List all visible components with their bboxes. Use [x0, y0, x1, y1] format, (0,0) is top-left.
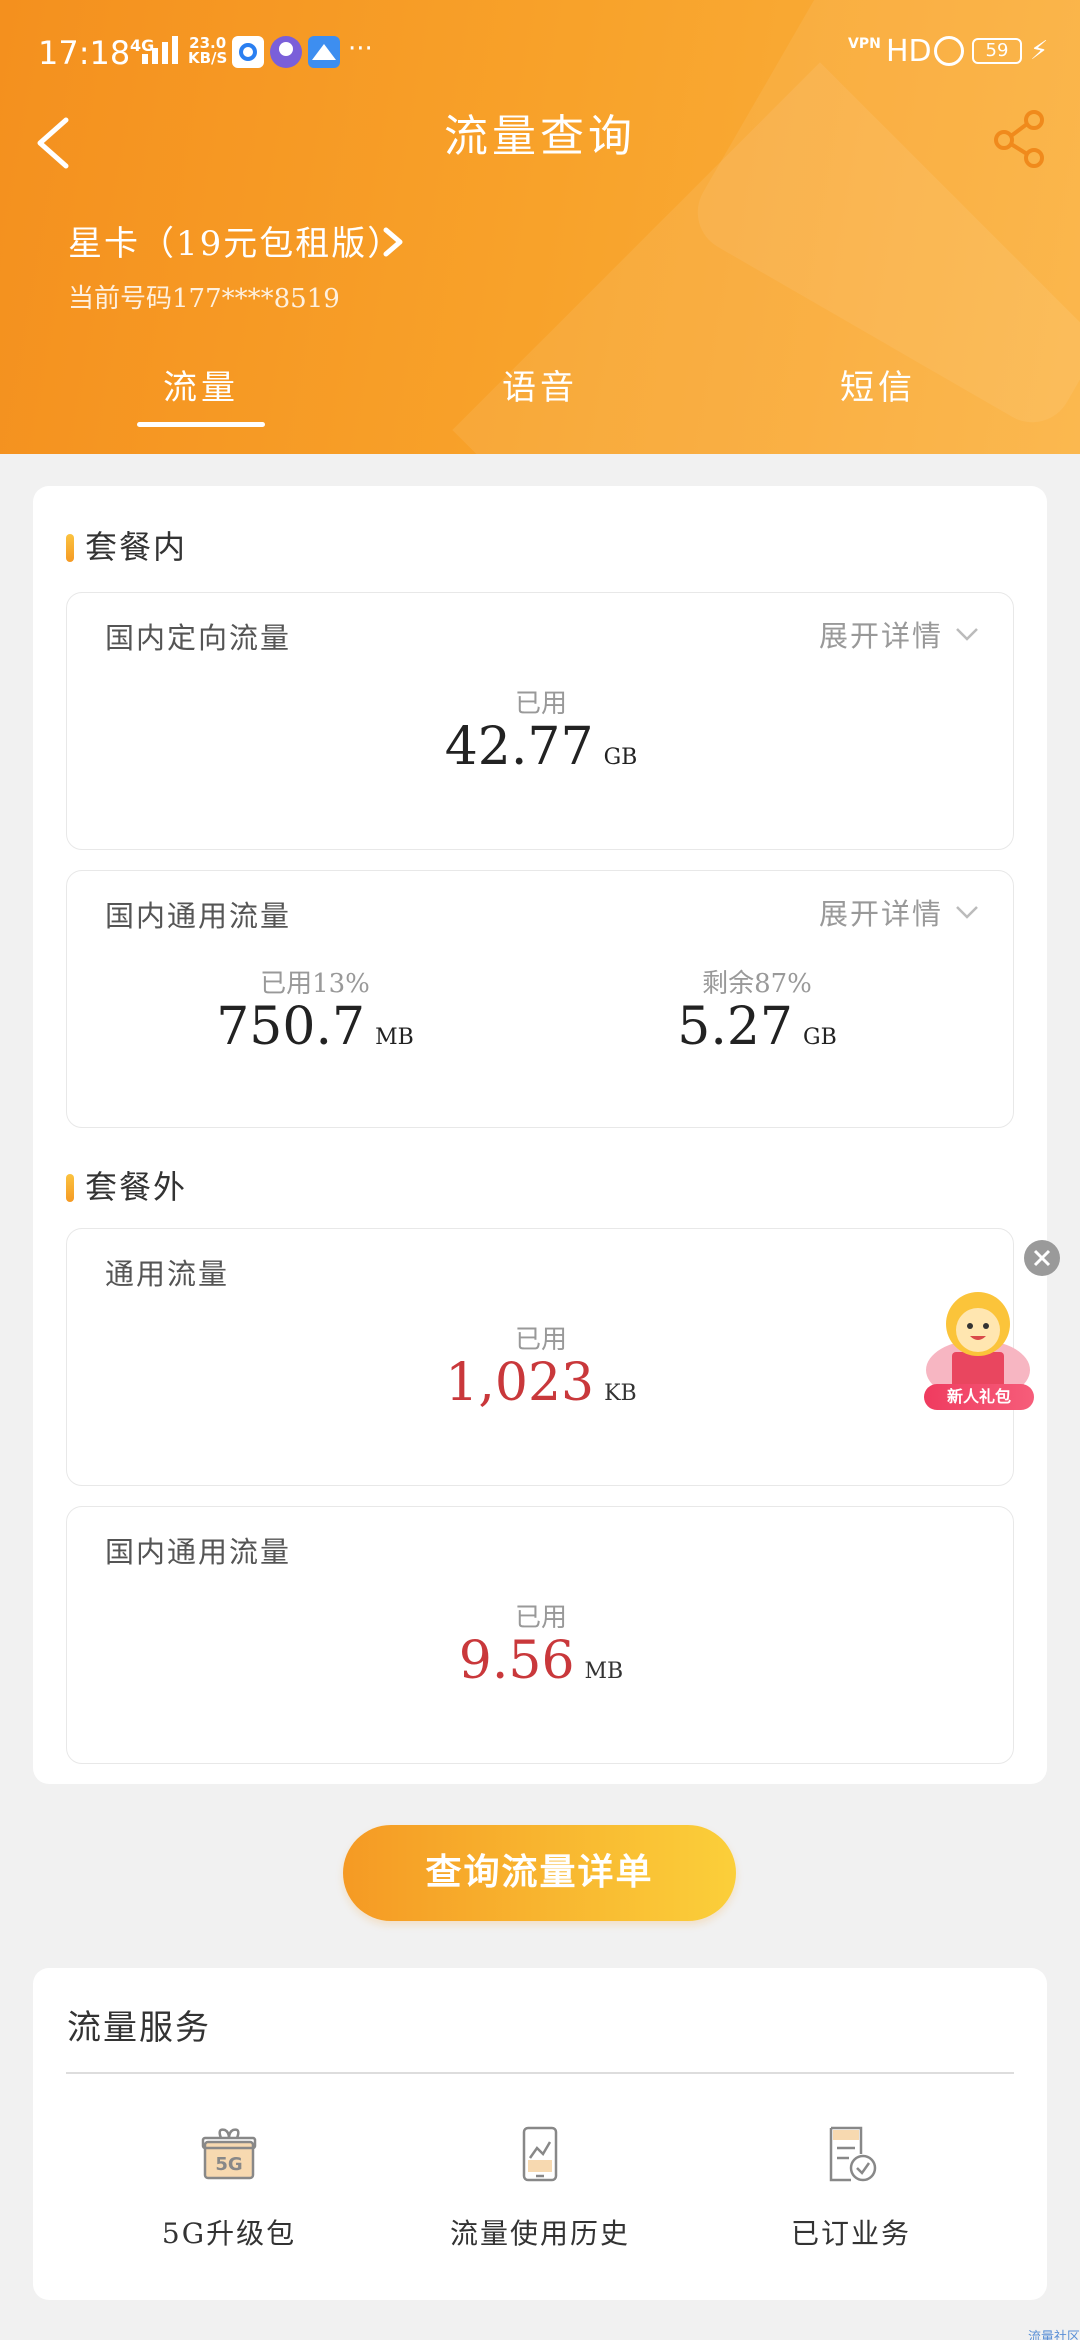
- page-title: 流量查询: [444, 111, 636, 162]
- close-icon: [1033, 1249, 1051, 1267]
- section-marker: [66, 534, 74, 562]
- close-float-button[interactable]: [1024, 1240, 1060, 1276]
- expand-details-button[interactable]: 展开详情: [819, 613, 979, 655]
- expand-label: 展开详情: [818, 897, 943, 931]
- remaining-value: 5.27 GB: [507, 997, 1007, 1057]
- services-card: 流量服务 5G 5G升级包 流量使用历史 已订业务: [33, 1968, 1047, 2300]
- active-tab-indicator: [137, 422, 265, 427]
- alarm-icon: [934, 36, 964, 66]
- used-label: 已用: [514, 1603, 567, 1633]
- plan-name[interactable]: 星卡（19元包租版）: [68, 216, 403, 265]
- directional-data-box: 国内定向流量 展开详情 已用 42.77 GB: [66, 592, 1014, 850]
- charging-icon: ⚡: [1030, 36, 1049, 66]
- value-unit: GB: [803, 1025, 837, 1050]
- service-label: 已订业务: [790, 2217, 911, 2250]
- value-unit: MB: [375, 1025, 414, 1050]
- expand-details-button[interactable]: 展开详情: [819, 891, 979, 933]
- service-label: 流量使用历史: [449, 2217, 630, 2250]
- status-bar: 17:18 4G 23.0 KB/S ··· VPN HD 59 ⚡: [0, 0, 1080, 100]
- hd-icon: HD: [886, 34, 932, 69]
- mountain-app-icon: [308, 36, 340, 68]
- service-subscribed[interactable]: 已订业务: [721, 2124, 981, 2252]
- network-speed: 23.0 KB/S: [188, 36, 227, 66]
- out-domestic-data-box: 国内通用流量 已用 9.56 MB: [66, 1506, 1014, 1764]
- avatar-app-icon: [270, 36, 302, 68]
- remaining-percent-label: 剩余87%: [702, 969, 812, 999]
- status-time: 17:18: [38, 34, 131, 72]
- value-number: 42.77: [444, 717, 594, 777]
- subscribed-services-icon: [829, 2126, 877, 2182]
- services-title: 流量服务: [67, 2008, 211, 2048]
- value-unit: GB: [603, 745, 638, 770]
- svg-text:5G: 5G: [215, 2154, 242, 2175]
- general-data-box: 国内通用流量 展开详情 已用13% 750.7 MB 剩余87% 5.27 GB: [66, 870, 1014, 1128]
- share-button[interactable]: [990, 108, 1050, 168]
- new-user-gift-badge[interactable]: 新人礼包: [924, 1384, 1034, 1410]
- phone-number: 当前号码177****8519: [68, 284, 340, 314]
- browser-app-icon: [232, 36, 264, 68]
- tab-data[interactable]: 流量: [101, 360, 301, 409]
- used-value: 750.7 MB: [65, 997, 565, 1057]
- used-percent-label: 已用13%: [260, 969, 370, 999]
- used-value: 42.77 GB: [291, 717, 791, 777]
- tab-sms[interactable]: 短信: [778, 360, 978, 409]
- more-notifications-icon: ···: [348, 34, 373, 64]
- box-title: 国内通用流量: [105, 899, 292, 933]
- box-title: 通用流量: [105, 1257, 230, 1291]
- chevron-right-icon[interactable]: [378, 222, 408, 262]
- value-number: 9.56: [458, 1631, 575, 1691]
- out-general-data-box: 通用流量 已用 1,023 KB: [66, 1228, 1014, 1486]
- tab-bar: 流量 语音 短信: [0, 360, 1080, 440]
- divider: [66, 2072, 1014, 2074]
- value-number: 1,023: [445, 1353, 595, 1413]
- speed-unit: KB/S: [188, 49, 228, 67]
- section-marker: [66, 1174, 74, 1202]
- usage-history-icon: [522, 2126, 558, 2182]
- expand-label: 展开详情: [818, 619, 943, 653]
- value-unit: MB: [584, 1659, 624, 1684]
- usage-card: 套餐内 国内定向流量 展开详情 已用 42.77 GB 国内通用流量 展开详情 已…: [33, 486, 1047, 1784]
- header: 17:18 4G 23.0 KB/S ··· VPN HD 59 ⚡ 流量查询: [0, 0, 1080, 454]
- signal-icon: [142, 36, 178, 64]
- section-title-in-plan: 套餐内: [85, 528, 188, 566]
- used-value: 9.56 MB: [291, 1631, 791, 1691]
- battery-icon: 59: [972, 38, 1022, 64]
- used-label: 已用: [514, 1325, 567, 1355]
- section-title-out-plan: 套餐外: [85, 1168, 188, 1206]
- box-title: 国内定向流量: [105, 621, 292, 655]
- vpn-icon: VPN: [848, 36, 881, 52]
- chevron-down-icon: [956, 628, 978, 641]
- service-usage-history[interactable]: 流量使用历史: [410, 2124, 670, 2252]
- chevron-down-icon: [956, 906, 978, 919]
- service-5g-upgrade[interactable]: 5G 5G升级包: [99, 2124, 359, 2252]
- tab-voice[interactable]: 语音: [440, 360, 640, 409]
- value-number: 5.27: [677, 997, 794, 1057]
- value-unit: KB: [604, 1381, 637, 1406]
- service-label: 5G升级包: [161, 2217, 297, 2250]
- used-label: 已用: [514, 689, 567, 719]
- share-icon: [994, 110, 1044, 168]
- used-value: 1,023 KB: [291, 1353, 791, 1413]
- box-title: 国内通用流量: [105, 1535, 292, 1569]
- value-number: 750.7: [216, 997, 366, 1057]
- community-link[interactable]: 流量社区: [1028, 2326, 1080, 2340]
- query-details-button[interactable]: 查询流量详单: [343, 1825, 736, 1921]
- 5g-gift-icon: 5G: [201, 2128, 257, 2180]
